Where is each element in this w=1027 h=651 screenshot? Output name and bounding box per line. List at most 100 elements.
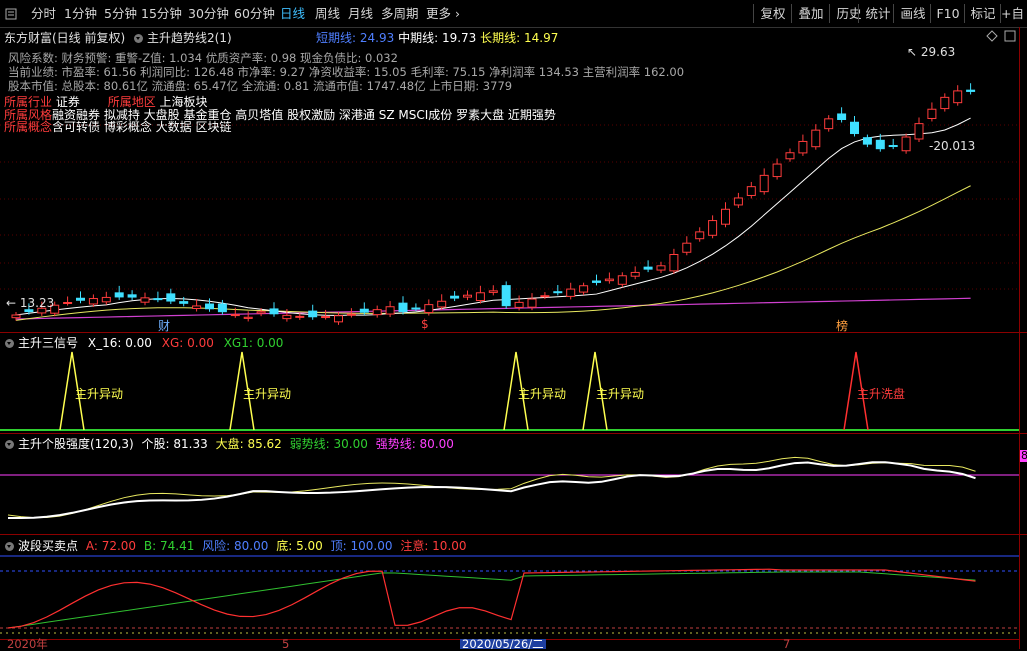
tab-30min[interactable]: 30分钟 (188, 4, 229, 23)
candle-body-66 (862, 137, 872, 145)
candle-body-42 (553, 291, 563, 294)
toolbar-menu-icon[interactable] (5, 4, 19, 23)
candle-body-18 (243, 316, 253, 319)
add-watchlist-button[interactable]: +自选 (1000, 4, 1027, 23)
candle-body-62 (811, 129, 821, 148)
candle-body-25 (334, 315, 343, 323)
stats-button[interactable]: 统计 (858, 4, 897, 23)
candle-body-67 (875, 139, 885, 150)
candle-body-72 (940, 96, 950, 110)
candle-body-69 (901, 136, 911, 152)
panel-divider-1 (0, 332, 1027, 333)
candle-body-70 (914, 123, 924, 140)
candlestick-chart[interactable] (0, 27, 1019, 332)
tab-weekly[interactable]: 周线 (315, 4, 340, 23)
candle-body-21 (282, 314, 292, 320)
stock-strength-line (7, 461, 976, 520)
candle-body-61 (798, 140, 808, 154)
candle-body-12 (166, 293, 176, 302)
candle-body-34 (450, 295, 460, 299)
tab-daily[interactable]: 日线 (280, 4, 305, 23)
candle-body-64 (837, 113, 847, 121)
axis-month-7: 7 (783, 637, 791, 651)
chevron-right-icon: › (451, 6, 460, 21)
candle-body-1 (24, 309, 34, 313)
marker-finance[interactable]: 财 (158, 317, 170, 334)
candle-body-22 (295, 315, 305, 318)
candle-body-36 (475, 292, 485, 302)
candle-body-13 (179, 301, 189, 304)
candle-body-65 (850, 121, 859, 135)
strength-chart[interactable] (0, 446, 1019, 534)
candle-body-24 (321, 316, 331, 319)
candle-body-53 (695, 231, 705, 240)
candle-body-32 (424, 304, 434, 314)
a-line (7, 568, 976, 629)
candle-body-60 (785, 152, 795, 160)
b-line (7, 571, 976, 629)
tab-1min[interactable]: 1分钟 (64, 4, 97, 23)
axis-cursor-date: 2020/05/26/二 (460, 637, 546, 651)
period-toolbar: 分时 1分钟 5分钟 15分钟 30分钟 60分钟 日线 周线 月线 多周期 更… (0, 0, 1027, 28)
candle-body-5 (76, 297, 85, 301)
candle-body-40 (527, 298, 537, 308)
candle-body-54 (708, 220, 718, 236)
marker-dollar[interactable]: $ (421, 317, 429, 331)
candle-body-47 (617, 275, 627, 285)
tab-15min[interactable]: 15分钟 (141, 4, 182, 23)
candle-body-7 (101, 296, 111, 303)
f10-button[interactable]: F10 (930, 4, 965, 23)
candle-body-58 (759, 174, 769, 193)
strength-axis-tag: 8 (1020, 449, 1027, 462)
candle-body-4 (63, 301, 73, 304)
candle-body-50 (656, 265, 666, 271)
tab-60min[interactable]: 60分钟 (234, 4, 275, 23)
tab-monthly[interactable]: 月线 (348, 4, 373, 23)
tab-5min[interactable]: 5分钟 (104, 4, 137, 23)
tab-fenshi[interactable]: 分时 (31, 4, 56, 23)
candle-body-29 (385, 306, 395, 315)
tab-multi-period[interactable]: 多周期 (381, 4, 419, 23)
candle-body-51 (669, 253, 679, 272)
candle-body-73 (953, 90, 963, 104)
panel-divider-2 (0, 433, 1027, 434)
band-chart[interactable] (0, 548, 1019, 640)
candle-body-28 (372, 309, 382, 316)
candle-body-41 (540, 295, 550, 298)
signal-label-4: 主升异动 (596, 387, 645, 401)
candle-body-45 (592, 280, 601, 283)
candle-body-59 (772, 163, 782, 178)
tab-more[interactable]: 更多 › (426, 4, 460, 23)
overlay-button[interactable]: 叠加 (791, 4, 830, 23)
axis-month-5: 5 (282, 637, 290, 651)
candle-body-48 (630, 271, 640, 277)
candle-body-71 (927, 108, 937, 119)
candle-body-9 (127, 294, 137, 298)
candle-body-27 (359, 308, 369, 313)
candle-body-16 (217, 303, 227, 313)
fuquan-button[interactable]: 复权 (753, 4, 792, 23)
candle-body-31 (411, 307, 421, 310)
candle-body-26 (346, 313, 356, 316)
low-price-label: -20.013 (929, 139, 976, 153)
candle-body-20 (269, 308, 279, 315)
candle-body-17 (230, 314, 240, 317)
candle-body-63 (824, 118, 834, 130)
marker-board[interactable]: 榜 (836, 317, 848, 334)
candle-body-57 (746, 186, 756, 196)
candle-body-19 (256, 311, 266, 314)
candle-body-37 (488, 290, 498, 293)
mark-button[interactable]: 标记 (964, 4, 1001, 23)
panel-divider-3 (0, 534, 1027, 535)
high-price-label: ↖ 29.63 (907, 45, 956, 59)
candle-body-55 (721, 208, 730, 225)
signal-label-5: 主升洗盘 (857, 387, 906, 401)
candle-body-39 (514, 301, 524, 308)
candle-body-43 (566, 288, 576, 297)
candle-body-8 (114, 292, 124, 298)
signal-label-1: 主升异动 (75, 387, 124, 401)
candle-body-6 (88, 298, 98, 305)
chart-grid (0, 124, 1019, 290)
draw-line-button[interactable]: 画线 (893, 4, 932, 23)
candle-body-49 (643, 266, 653, 270)
